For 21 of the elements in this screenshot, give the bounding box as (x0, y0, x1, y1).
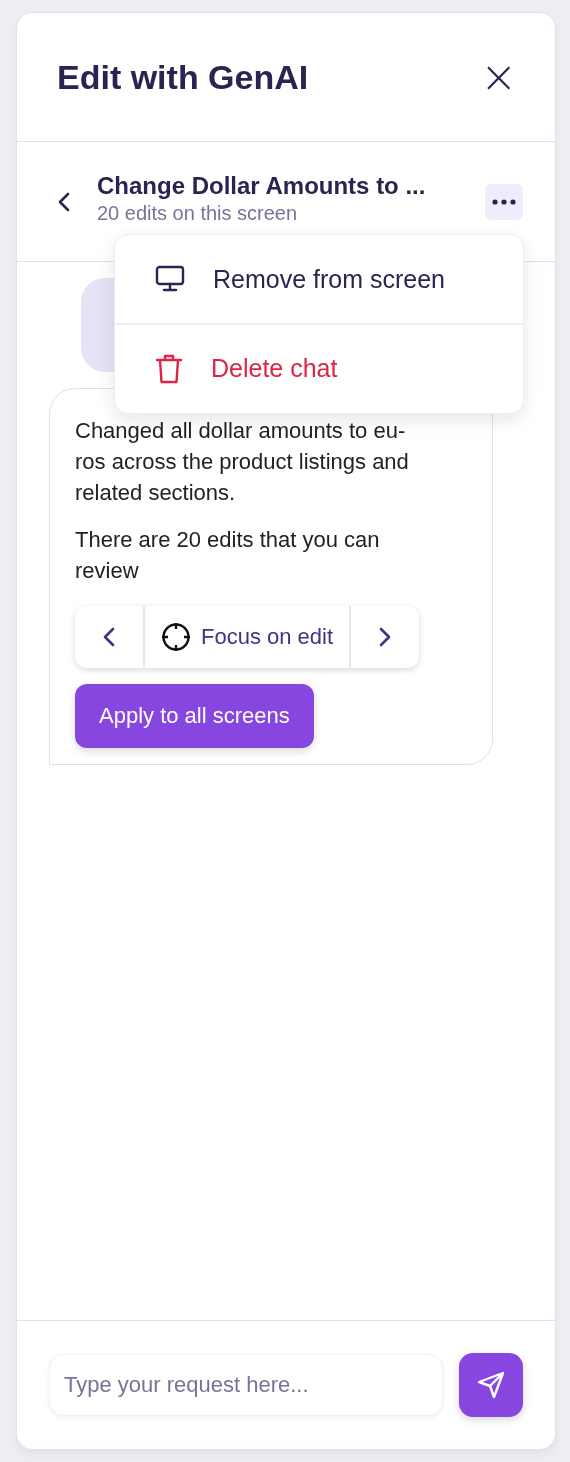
trash-icon (155, 352, 183, 385)
more-button[interactable] (485, 184, 523, 220)
panel-title: Edit with GenAI (57, 57, 309, 97)
close-button[interactable]: × (480, 55, 517, 99)
chat-subtitle: 20 edits on this screen (97, 202, 299, 225)
send-icon (476, 1370, 506, 1400)
send-button[interactable] (459, 1353, 523, 1417)
menu-item[interactable]: Delete chat (115, 324, 523, 413)
message-text: There are 20 edits that you can review (75, 526, 381, 585)
chat-title: Change Dollar Amounts to ... (97, 172, 427, 200)
crosshair-icon (161, 622, 191, 652)
more-icon (492, 199, 516, 205)
menu-item[interactable]: Remove from screen (115, 235, 523, 323)
focus-button[interactable]: Focus on edit (143, 606, 352, 668)
monitor-icon (155, 265, 185, 293)
chevron-left-icon (103, 627, 115, 647)
request-input[interactable]: Type your request here... (49, 1354, 443, 1416)
apply-button[interactable]: Apply to all screens (75, 684, 314, 748)
message-text: Changed all dollar amounts to eu- ros across the product listings and related sections. (75, 417, 410, 507)
chevron-right-icon (379, 627, 392, 647)
back-icon[interactable] (57, 191, 71, 213)
